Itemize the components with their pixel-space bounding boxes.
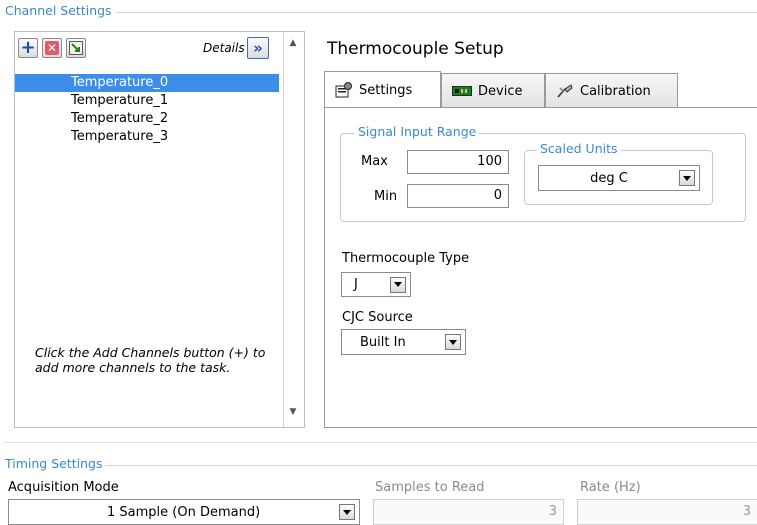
add-channels-hint: Click the Add Channels button (+) to add… [35,345,266,375]
channel-list-item[interactable]: Temperature_2 [15,110,279,128]
channel-list-item[interactable]: Temperature_0 [15,74,279,92]
timing-settings-title: Timing Settings [2,456,106,471]
acquisition-mode-label: Acquisition Mode [8,480,119,495]
add-channel-button[interactable]: + [18,38,38,58]
scrollbar-divider [283,32,284,427]
tab-device-label: Device [478,83,523,99]
signal-input-range-title: Signal Input Range [355,124,480,139]
thermocouple-type-value: J [354,277,358,292]
remove-channel-button[interactable]: ✕ [42,38,62,58]
dropdown-arrow-icon[interactable] [679,170,695,186]
tab-calibration[interactable]: Calibration [545,73,678,108]
channel-settings-title: Channel Settings [2,3,115,18]
channel-list-item[interactable]: Temperature_3 [15,128,279,146]
channel-list: Temperature_0 Temperature_1 Temperature_… [15,74,279,146]
cjc-source-dropdown[interactable]: Built In [341,329,466,355]
tab-settings-label: Settings [359,82,413,98]
scaled-units-dropdown[interactable]: deg C [538,165,700,191]
settings-icon [335,82,352,98]
scaled-units-value: deg C [590,170,628,186]
channel-options-button[interactable] [66,38,86,58]
tab-settings[interactable]: Settings [324,71,441,108]
scroll-up-icon[interactable]: ▲ [285,36,301,50]
dropdown-arrow-icon[interactable] [390,276,406,293]
thermocouple-type-label: Thermocouple Type [342,251,470,266]
rate-field[interactable]: 3 [577,499,757,525]
tab-device[interactable]: Device [441,73,545,108]
tab-calibration-label: Calibration [580,83,651,99]
channel-list-scrollbar[interactable]: ▲ ▼ [285,32,303,427]
thermocouple-type-dropdown[interactable]: J [341,272,411,297]
double-chevron-right-icon: » [253,39,263,57]
channel-list-item[interactable]: Temperature_1 [15,92,279,110]
acquisition-mode-value: 1 Sample (On Demand) [107,504,261,520]
timing-settings-rule [4,465,757,466]
calibration-icon [557,84,573,98]
rate-label: Rate (Hz) [580,480,641,495]
acquisition-mode-dropdown[interactable]: 1 Sample (On Demand) [8,499,360,525]
channel-settings-rule [4,12,757,13]
dropdown-arrow-icon[interactable] [339,504,355,520]
dropdown-arrow-icon[interactable] [445,334,461,350]
device-icon [452,86,472,96]
channel-list-panel: + ✕ Details » Temperature_0 Temperature_… [14,31,305,428]
min-field[interactable]: 0 [407,184,509,208]
settings-tab-panel: Signal Input Range Max 100 Min 0 Scaled … [324,107,757,428]
arrow-down-right-icon [69,41,83,55]
section-divider [4,442,757,443]
plus-icon: + [20,37,36,58]
setup-title: Thermocouple Setup [327,39,504,59]
cjc-source-label: CJC Source [342,310,413,325]
details-toggle-button[interactable]: » [247,37,269,59]
samples-to-read-field[interactable]: 3 [373,499,564,525]
max-field[interactable]: 100 [407,150,509,174]
cjc-source-value: Built In [360,334,406,350]
max-label: Max [361,154,388,169]
delete-x-icon: ✕ [45,41,59,55]
details-label: Details [203,41,245,55]
samples-to-read-label: Samples to Read [375,480,485,495]
min-label: Min [374,189,398,204]
scroll-down-icon[interactable]: ▼ [285,405,301,419]
scaled-units-title: Scaled Units [537,141,621,156]
